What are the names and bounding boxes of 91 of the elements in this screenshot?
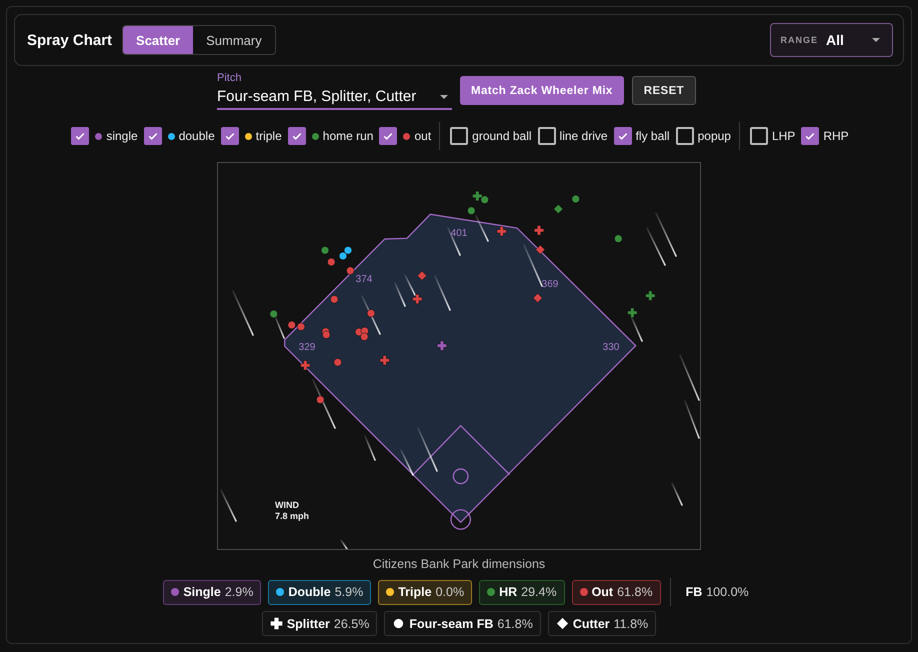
checkbox[interactable]: [614, 127, 632, 145]
caret-icon: [872, 38, 880, 42]
batted-ball-marker: [572, 194, 580, 204]
batted-ball-marker: [614, 234, 622, 243]
reset-button[interactable]: RESET: [632, 76, 696, 105]
chip-label: Double: [288, 585, 331, 599]
batted-ball-marker: [270, 310, 278, 318]
batted-ball-marker: [320, 246, 330, 254]
chip-value: 26.5%: [334, 616, 370, 630]
batted-ball-marker: [316, 396, 324, 404]
filter-label: double: [178, 129, 215, 143]
check-icon: [74, 130, 86, 142]
chip-value: 5.9%: [334, 585, 364, 599]
chart-caption: Citizens Bank Park dimensions: [372, 557, 546, 571]
chip-value: 29.4%: [521, 585, 557, 599]
cross-icon: [270, 617, 283, 630]
pitch-total-label: FB: [686, 585, 702, 599]
checkbox[interactable]: [538, 127, 556, 145]
distance-label: 369: [542, 279, 558, 290]
diamond-icon: [556, 617, 569, 630]
range-label: RANGE: [780, 35, 818, 45]
checkbox[interactable]: [450, 127, 468, 145]
chip-label: HR: [499, 585, 518, 599]
chip-label: Splitter: [286, 616, 330, 630]
view-tab[interactable]: Scatter: [123, 26, 194, 54]
range-select[interactable]: RANGE All: [770, 23, 893, 57]
checkbox[interactable]: [220, 127, 239, 145]
filter-label: fly ball: [636, 129, 670, 143]
chart-title: Spray Chart: [27, 32, 112, 48]
chip-value: 61.8%: [497, 616, 533, 630]
distance-label: 374: [356, 274, 372, 285]
pitch-select[interactable]: Pitch Four-seam FB, Splitter, Cutter: [217, 72, 452, 110]
batted-ball-marker: [322, 330, 330, 339]
batted-ball-marker: [360, 332, 368, 341]
checkbox[interactable]: [288, 127, 306, 145]
batted-ball-marker: [344, 246, 352, 254]
filter-label: triple: [256, 129, 282, 143]
chip-label: Four-seam FB: [409, 616, 494, 630]
checkbox[interactable]: [144, 127, 162, 145]
distance-label: 329: [298, 342, 316, 353]
view-tab[interactable]: Summary: [193, 26, 275, 54]
chip-value: 61.8%: [617, 585, 653, 599]
chip-label: Out: [592, 585, 614, 599]
caret-icon: [440, 94, 448, 98]
filter-label: popup: [698, 129, 731, 143]
batted-ball-marker: [338, 252, 348, 260]
filter-label: ground ball: [472, 129, 532, 143]
filter-label: LHP: [772, 129, 796, 143]
filter-label: out: [414, 129, 432, 143]
chip-value: 0.0%: [436, 585, 464, 599]
filter-label: RHP: [823, 129, 849, 143]
batted-ball-marker: [288, 320, 296, 330]
checkbox[interactable]: [801, 127, 820, 145]
batted-ball-marker: [334, 358, 342, 366]
pitch-total-value: 100.0%: [706, 585, 749, 599]
check-icon: [224, 130, 236, 142]
filter-label: single: [106, 129, 138, 143]
batted-ball-marker: [366, 309, 376, 318]
chip-value: 2.9%: [224, 585, 254, 599]
check-icon: [804, 130, 816, 142]
wind-speed: 7.8 mph: [275, 511, 310, 521]
pitcher-mound: [452, 468, 469, 484]
distance-label: 330: [602, 342, 620, 353]
checkbox[interactable]: [676, 127, 694, 145]
chip-value: 11.8%: [614, 616, 648, 630]
check-icon: [290, 130, 303, 142]
batted-ball-marker: [330, 295, 338, 304]
circle-icon: [392, 617, 406, 630]
batted-ball-marker: [480, 196, 489, 204]
check-icon: [382, 130, 394, 142]
check-icon: [616, 130, 629, 142]
checkbox[interactable]: [750, 127, 768, 145]
batted-ball-marker: [327, 258, 336, 266]
home-plate-circle: [450, 509, 471, 530]
batted-ball-marker: [296, 322, 306, 331]
match-mix-button[interactable]: Match Zack Wheeler Mix: [460, 76, 624, 105]
pitch-label: Pitch: [217, 72, 242, 84]
batted-ball-marker: [346, 266, 354, 275]
filter-label: line drive: [560, 129, 608, 143]
check-icon: [146, 130, 159, 142]
wind-label: WIND: [275, 500, 299, 510]
filter-label: home run: [322, 129, 374, 143]
checkbox[interactable]: [379, 127, 398, 145]
chip-label: Triple: [398, 585, 432, 599]
chip-label: Single: [183, 585, 221, 599]
chip-label: Cutter: [572, 616, 610, 630]
batted-ball-marker: [467, 206, 476, 215]
distance-label: 401: [450, 228, 468, 239]
pitch-value: Four-seam FB, Splitter, Cutter: [217, 88, 416, 105]
checkbox[interactable]: [71, 127, 90, 145]
range-value: All: [826, 32, 845, 48]
